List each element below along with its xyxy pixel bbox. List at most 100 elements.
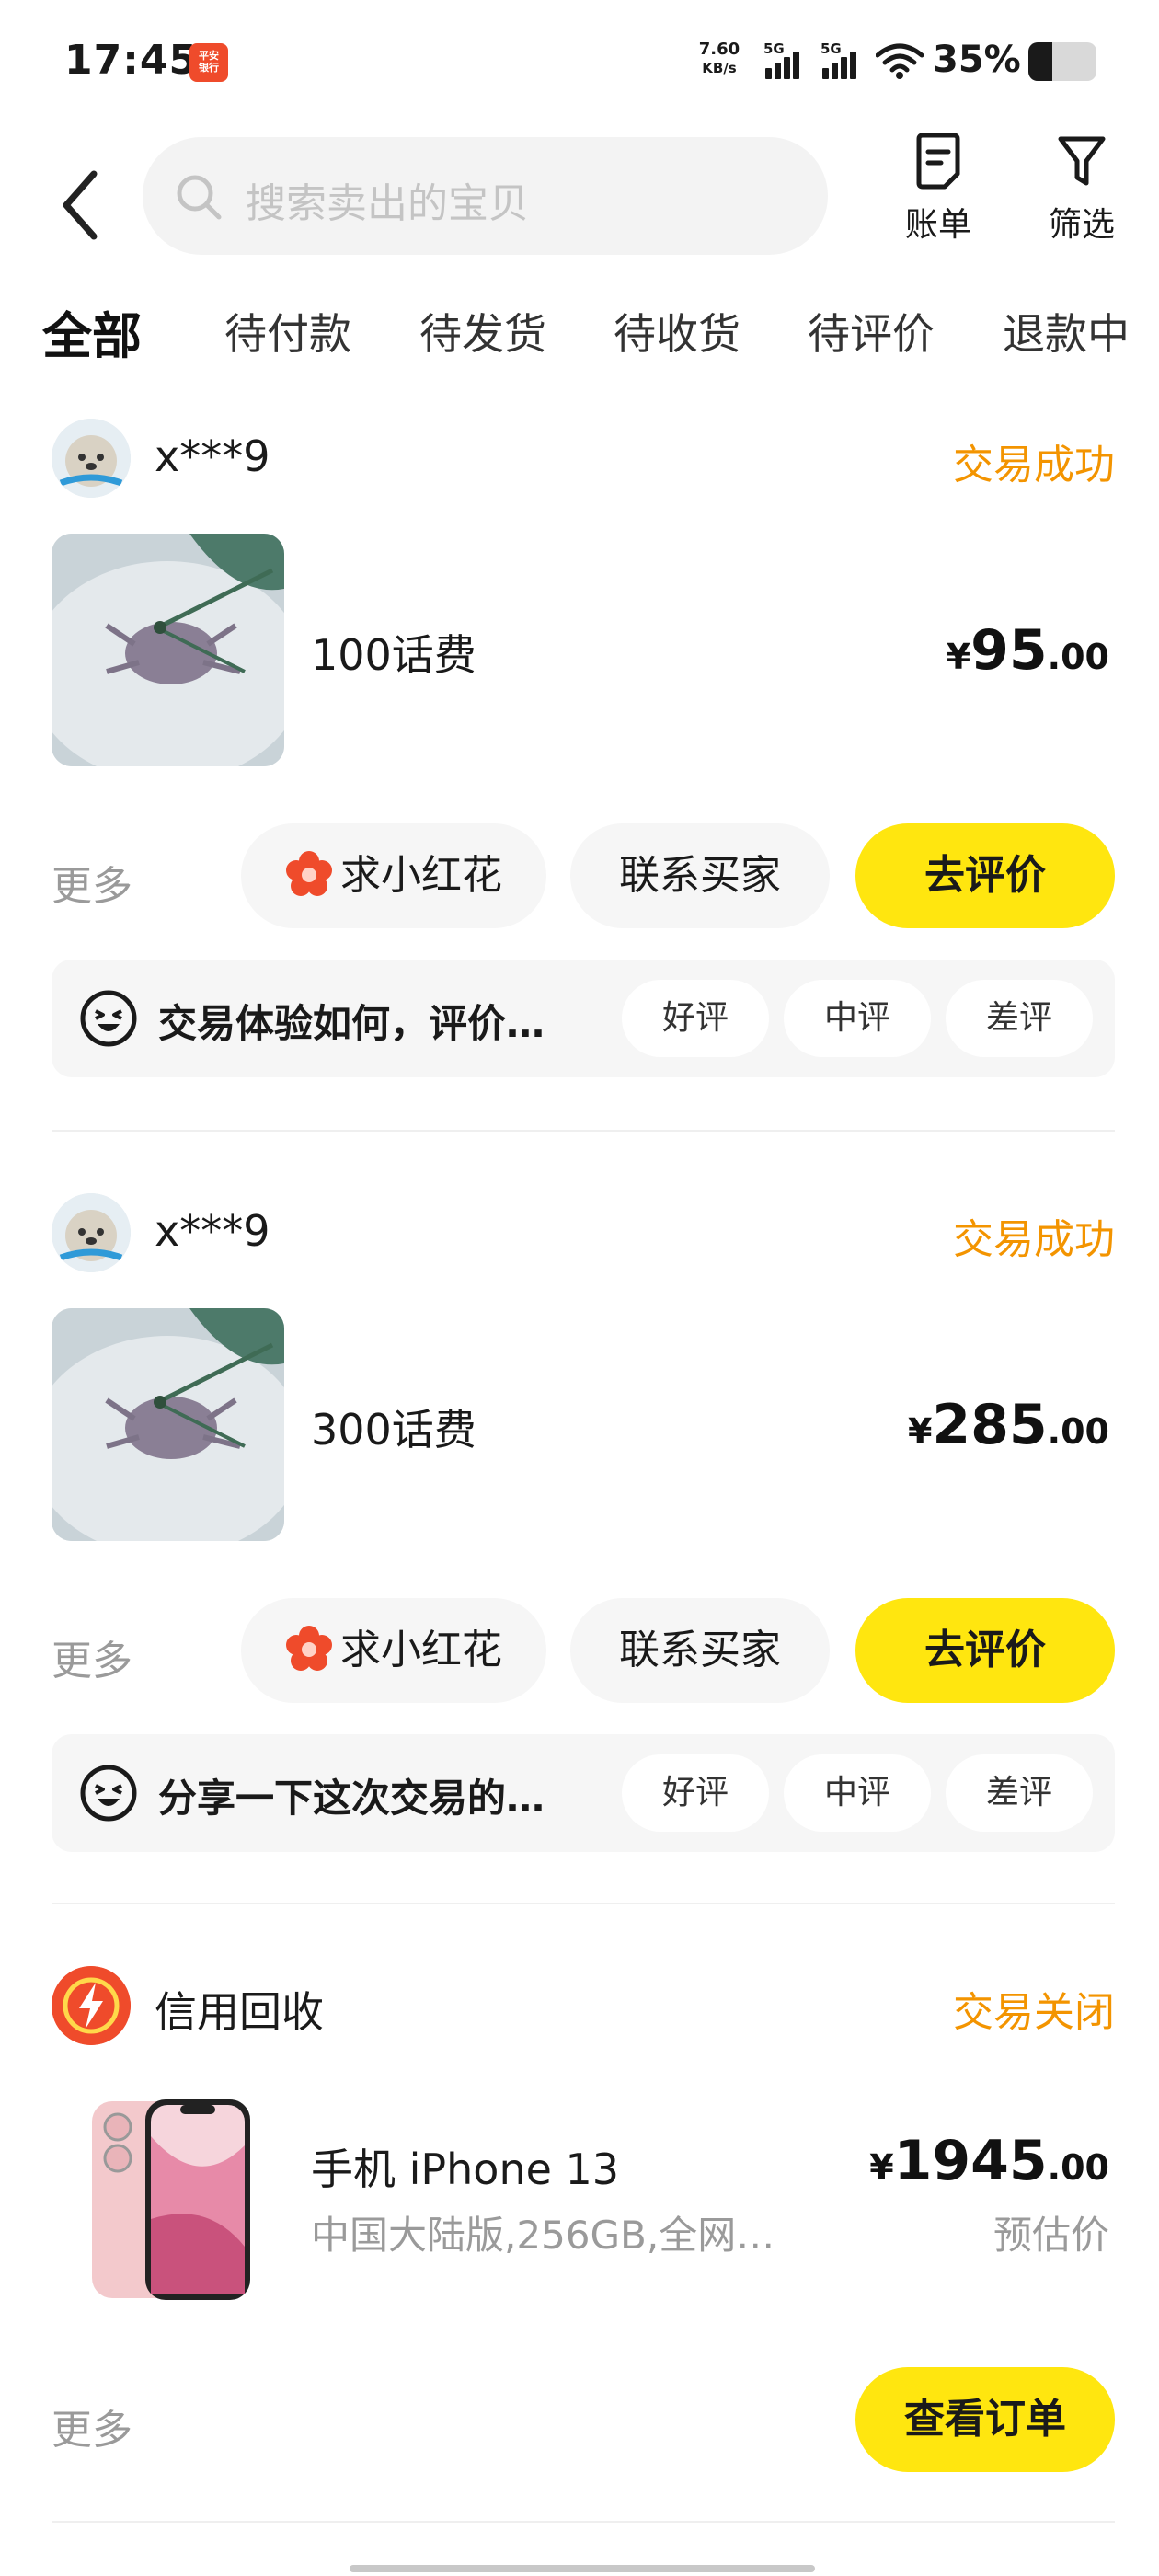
- filter-label: 筛选: [1048, 206, 1115, 244]
- product-row[interactable]: 手机 iPhone 13 中国大陆版,256GB,全网… ¥1945.00 预估…: [52, 2081, 1115, 2316]
- red-flower-icon: [286, 851, 332, 896]
- review-button[interactable]: 去评价: [855, 1598, 1115, 1703]
- product-price: ¥95.00: [947, 618, 1109, 683]
- order-actions: 更多 查看订单: [52, 2367, 1115, 2476]
- crab-photo-image: [52, 1308, 284, 1541]
- search-placeholder: 搜索卖出的宝贝: [246, 180, 529, 227]
- divider: [52, 1903, 1115, 1904]
- iphone-image: [92, 2099, 250, 2300]
- seller-avatar[interactable]: [52, 419, 131, 498]
- filter-icon: [1058, 136, 1106, 186]
- product-spec: 中国大陆版,256GB,全网…: [311, 2213, 775, 2258]
- tab-pending-receipt[interactable]: 待收货: [614, 301, 740, 362]
- battery-percent: 35%: [933, 39, 1021, 81]
- status-time: 17:45: [64, 37, 199, 84]
- bank-app-icon: 平安 银行: [189, 43, 228, 82]
- ask-flower-button[interactable]: 求小红花: [241, 823, 546, 928]
- contact-buyer-button[interactable]: 联系买家: [570, 1598, 830, 1703]
- battery-level-fill: [1028, 42, 1052, 81]
- product-thumbnail[interactable]: [52, 534, 284, 766]
- tab-pending-payment[interactable]: 待付款: [224, 301, 351, 362]
- ask-flower-label: 求小红花: [340, 852, 502, 899]
- home-indicator[interactable]: [350, 2565, 815, 2572]
- lightning-recycle-icon: [52, 1966, 131, 2045]
- status-bar: 17:45 平安 银行 7.60 KB/s 5G 5G 35%: [0, 0, 1159, 124]
- more-link[interactable]: 更多: [52, 853, 132, 912]
- tab-all[interactable]: 全部: [39, 295, 145, 368]
- divider: [52, 2521, 1115, 2523]
- seller-avatar[interactable]: [52, 1193, 131, 1272]
- rating-bad-button[interactable]: 差评: [946, 980, 1093, 1057]
- review-button[interactable]: 去评价: [855, 823, 1115, 928]
- rating-good-button[interactable]: 好评: [622, 1754, 769, 1832]
- seller-name: x***9: [155, 1206, 270, 1256]
- seller-row[interactable]: x***9 交易成功: [52, 419, 1115, 501]
- bill-button[interactable]: 账单: [892, 133, 984, 262]
- laughing-face-icon: [80, 1765, 137, 1822]
- rating-prompt-text: 交易体验如何，评价…: [158, 1001, 545, 1046]
- search-input[interactable]: 搜索卖出的宝贝: [143, 137, 828, 255]
- battery-icon: [1028, 42, 1096, 81]
- tab-refunding[interactable]: 退款中: [1003, 301, 1130, 362]
- price-decimal: .00: [1047, 2147, 1109, 2188]
- signal-icon-sim2: 5G: [820, 40, 868, 81]
- product-thumbnail[interactable]: [52, 2081, 284, 2314]
- view-order-button[interactable]: 查看订单: [855, 2367, 1115, 2472]
- product-row[interactable]: 300话费 ¥285.00: [52, 1308, 1115, 1543]
- more-link[interactable]: 更多: [52, 2397, 132, 2455]
- red-flower-icon: [286, 1626, 332, 1671]
- price-decimal: .00: [1047, 1411, 1109, 1452]
- header: 搜索卖出的宝贝 账单 筛选: [0, 124, 1159, 290]
- sim2-network-type: 5G: [820, 40, 842, 57]
- tab-label: 全部: [42, 307, 142, 365]
- crab-photo-image: [52, 534, 284, 766]
- seal-avatar-icon: [52, 1193, 131, 1272]
- product-title: 300话费: [311, 1405, 476, 1455]
- rating-neutral-button[interactable]: 中评: [784, 980, 931, 1057]
- tab-pending-shipment[interactable]: 待发货: [419, 301, 546, 362]
- price-currency: ¥: [869, 2147, 894, 2188]
- filter-button[interactable]: 筛选: [1036, 133, 1128, 262]
- seller-row[interactable]: 信用回收 交易关闭: [52, 1966, 1115, 2049]
- laughing-face-icon: [80, 990, 137, 1047]
- product-price: ¥1945.00: [869, 2129, 1109, 2193]
- tab-pending-review[interactable]: 待评价: [808, 301, 935, 362]
- price-decimal: .00: [1047, 637, 1109, 677]
- ask-flower-button[interactable]: 求小红花: [241, 1598, 546, 1703]
- network-speed: 7.60 KB/s: [694, 40, 744, 77]
- search-icon: [177, 175, 222, 220]
- price-integer: 285: [932, 1393, 1048, 1457]
- wifi-icon: [876, 43, 924, 79]
- divider: [52, 1130, 1115, 1132]
- estimated-price-label: 预估价: [993, 2213, 1109, 2258]
- more-link[interactable]: 更多: [52, 1627, 132, 1686]
- network-speed-value: 7.60: [698, 40, 740, 59]
- sim1-network-type: 5G: [763, 40, 785, 57]
- product-price: ¥285.00: [908, 1393, 1109, 1457]
- seal-avatar-icon: [52, 419, 131, 498]
- price-integer: 95: [970, 618, 1048, 683]
- back-arrow-icon[interactable]: [53, 159, 109, 251]
- signal-icon-sim1: 5G: [763, 40, 811, 81]
- seller-name: x***9: [155, 431, 270, 481]
- rating-prompt-bar: 交易体验如何，评价… 好评 中评 差评: [52, 960, 1115, 1077]
- order-tabs: 全部 待付款 待发货 待收货 待评价 退款中: [0, 290, 1159, 391]
- rating-prompt-text: 分享一下这次交易的…: [158, 1776, 545, 1821]
- product-thumbnail[interactable]: [52, 1308, 284, 1541]
- bill-icon: [916, 133, 960, 190]
- rating-bad-button[interactable]: 差评: [946, 1754, 1093, 1832]
- rating-prompt-bar: 分享一下这次交易的… 好评 中评 差评: [52, 1734, 1115, 1852]
- order-status: 交易成功: [953, 442, 1115, 489]
- order-actions: 更多 求小红花 联系买家 去评价: [52, 1598, 1115, 1707]
- contact-buyer-button[interactable]: 联系买家: [570, 823, 830, 928]
- price-currency: ¥: [907, 1411, 933, 1452]
- order-actions: 更多 求小红花 联系买家 去评价: [52, 823, 1115, 932]
- price-currency: ¥: [946, 637, 971, 677]
- seller-row[interactable]: x***9 交易成功: [52, 1193, 1115, 1276]
- product-row[interactable]: 100话费 ¥95.00: [52, 534, 1115, 768]
- ask-flower-label: 求小红花: [340, 1627, 502, 1673]
- order-status: 交易关闭: [953, 1989, 1115, 2036]
- product-title: 手机 iPhone 13: [311, 2145, 620, 2194]
- rating-good-button[interactable]: 好评: [622, 980, 769, 1057]
- rating-neutral-button[interactable]: 中评: [784, 1754, 931, 1832]
